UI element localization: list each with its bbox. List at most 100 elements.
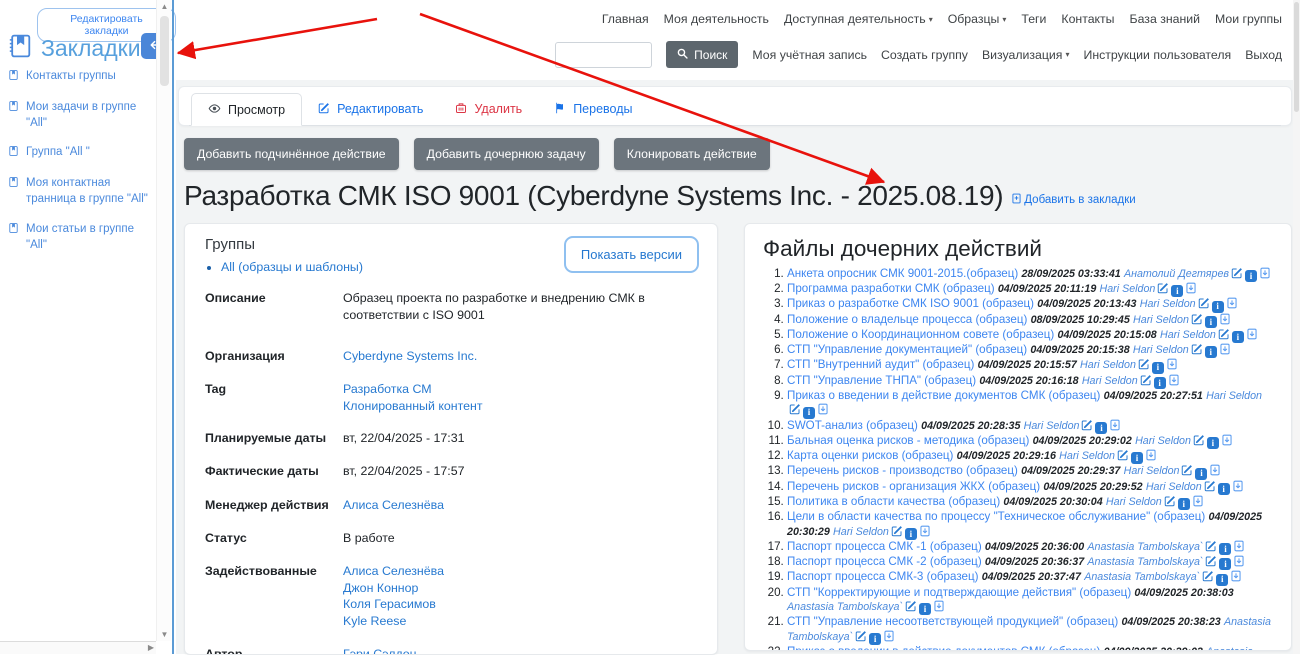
file-link[interactable]: SWOT-анализ (образец) <box>787 419 918 432</box>
nav-item[interactable]: Доступная деятельность ▾ <box>784 12 933 26</box>
info-icon[interactable]: i <box>1207 437 1219 449</box>
info-icon[interactable]: i <box>1154 377 1166 389</box>
file-link[interactable]: Приказ о введении в действие документов … <box>787 645 1100 651</box>
edit-icon[interactable] <box>1231 267 1243 279</box>
file-author[interactable]: Hari Seldon <box>1080 359 1136 371</box>
nav-item[interactable]: Моя учётная запись ▾ <box>752 48 867 62</box>
info-icon[interactable]: i <box>1205 346 1217 358</box>
sidebar-bookmark-item[interactable]: Мои статьи в группе "All" <box>8 221 153 253</box>
file-link[interactable]: Перечень рисков - производство (образец) <box>787 464 1018 477</box>
nav-item[interactable]: Контакты ▾ <box>1061 12 1114 26</box>
download-icon[interactable] <box>1226 297 1238 309</box>
info-icon[interactable]: i <box>803 407 815 419</box>
edit-icon[interactable] <box>1205 555 1217 567</box>
info-icon[interactable]: i <box>869 633 881 645</box>
edit-icon[interactable] <box>1218 328 1230 340</box>
detail-link[interactable]: Kyle Reese <box>343 613 697 630</box>
file-author[interactable]: Hari Seldon <box>1100 283 1156 295</box>
scroll-up-icon[interactable]: ▲ <box>157 2 172 11</box>
nav-item[interactable]: База знаний ▾ <box>1130 12 1200 26</box>
file-link[interactable]: СТП "Внутренний аудит" (образец) <box>787 358 974 371</box>
file-author[interactable]: Hari Seldon <box>1082 375 1138 387</box>
sidebar-bookmark-item[interactable]: Контакты группы <box>8 68 153 86</box>
file-link[interactable]: СТП "Корректирующие и подтверждающие дей… <box>787 586 1131 599</box>
tab-view[interactable]: Просмотр <box>191 93 302 126</box>
info-icon[interactable]: i <box>1232 331 1244 343</box>
file-link[interactable]: Приказ о разработке СМК ISO 9001 (образе… <box>787 297 1034 310</box>
info-icon[interactable]: i <box>1216 574 1228 586</box>
info-icon[interactable]: i <box>1131 452 1143 464</box>
info-icon[interactable]: i <box>1218 483 1230 495</box>
file-link[interactable]: Паспорт процесса СМК-3 (образец) <box>787 570 978 583</box>
scroll-down-icon[interactable]: ▼ <box>157 630 172 639</box>
detail-link[interactable]: Алиса Селезнёва <box>343 563 697 580</box>
info-icon[interactable]: i <box>1178 498 1190 510</box>
page-scrollbar-thumb[interactable] <box>1294 2 1299 112</box>
nav-item[interactable]: Главная ▾ <box>602 12 649 26</box>
file-link[interactable]: Политика в области качества (образец) <box>787 495 1000 508</box>
download-icon[interactable] <box>1168 374 1180 386</box>
detail-link[interactable]: Разработка СМ <box>343 381 697 398</box>
file-link[interactable]: Паспорт процесса СМК -2 (образец) <box>787 555 982 568</box>
edit-icon[interactable] <box>1181 464 1193 476</box>
info-icon[interactable]: i <box>1212 301 1224 313</box>
download-icon[interactable] <box>1185 282 1197 294</box>
nav-item[interactable]: Мои группы ▾ <box>1215 12 1282 26</box>
file-author[interactable]: Anastasia Tambolskaya` <box>1087 556 1203 568</box>
file-link[interactable]: СТП "Управление документацией" (образец) <box>787 343 1027 356</box>
nav-item[interactable]: Визуализация ▾ <box>982 48 1070 62</box>
edit-icon[interactable] <box>789 403 801 415</box>
download-icon[interactable] <box>1259 267 1271 279</box>
edit-icon[interactable] <box>1202 570 1214 582</box>
file-author[interactable]: Hari Seldon <box>1106 496 1162 508</box>
detail-link[interactable]: Cyberdyne Systems Inc. <box>343 348 697 365</box>
add-to-bookmarks-link[interactable]: Добавить в закладки <box>1011 193 1135 207</box>
file-author[interactable]: Hari Seldon <box>1206 390 1262 402</box>
action-button[interactable]: Добавить дочернюю задачу <box>414 138 599 170</box>
info-icon[interactable]: i <box>1195 468 1207 480</box>
file-author[interactable]: Anastasia Tambolskaya` <box>787 601 903 613</box>
file-link[interactable]: Паспорт процесса СМК -1 (образец) <box>787 540 982 553</box>
file-author[interactable]: Anastasia Tambolskaya` <box>1084 571 1200 583</box>
file-author[interactable]: Hari Seldon <box>1059 450 1115 462</box>
download-icon[interactable] <box>1233 540 1245 552</box>
sidebar-vertical-scrollbar[interactable]: ▲ ▼ <box>156 0 171 641</box>
download-icon[interactable] <box>1166 358 1178 370</box>
file-link[interactable]: Цели в области качества по процессу "Тех… <box>787 510 1205 523</box>
file-author[interactable]: Hari Seldon <box>1124 465 1180 477</box>
nav-item[interactable]: Образцы ▾ <box>948 12 1007 26</box>
detail-link[interactable]: Коля Герасимов <box>343 596 697 613</box>
sidebar-bookmark-item[interactable]: Моя контактная транница в группе "All" <box>8 175 153 207</box>
download-icon[interactable] <box>1219 343 1231 355</box>
detail-link[interactable]: Клонированный контент <box>343 398 697 415</box>
edit-icon[interactable] <box>1117 449 1129 461</box>
info-icon[interactable]: i <box>1152 362 1164 374</box>
detail-link[interactable]: Джон Коннор <box>343 580 697 597</box>
sidebar-horizontal-scrollbar[interactable]: ▶ <box>0 641 156 654</box>
nav-item[interactable]: Теги ▾ <box>1021 12 1046 26</box>
info-icon[interactable]: i <box>1245 270 1257 282</box>
info-icon[interactable]: i <box>905 528 917 540</box>
detail-link[interactable]: Гэри Сэлдон <box>343 646 697 655</box>
show-versions-button[interactable]: Показать версии <box>564 236 699 273</box>
download-icon[interactable] <box>919 525 931 537</box>
file-author[interactable]: Hari Seldon <box>1133 344 1189 356</box>
download-icon[interactable] <box>1209 464 1221 476</box>
info-icon[interactable]: i <box>1095 422 1107 434</box>
edit-icon[interactable] <box>1205 540 1217 552</box>
edit-icon[interactable] <box>1081 419 1093 431</box>
download-icon[interactable] <box>883 630 895 642</box>
file-link[interactable]: СТП "Управление несоответствующей продук… <box>787 615 1118 628</box>
tab-translations[interactable]: Переводы <box>538 93 648 125</box>
download-icon[interactable] <box>933 600 945 612</box>
search-button[interactable]: Поиск <box>666 41 738 68</box>
group-link[interactable]: All (образцы и шаблоны) <box>221 260 363 274</box>
download-icon[interactable] <box>1192 495 1204 507</box>
nav-item[interactable]: Создать группу ▾ <box>881 48 968 62</box>
edit-icon[interactable] <box>1191 313 1203 325</box>
file-author[interactable]: Hari Seldon <box>1160 329 1216 341</box>
download-icon[interactable] <box>1109 419 1121 431</box>
download-icon[interactable] <box>1145 449 1157 461</box>
edit-icon[interactable] <box>1198 297 1210 309</box>
tab-delete[interactable]: Удалить <box>439 93 538 125</box>
